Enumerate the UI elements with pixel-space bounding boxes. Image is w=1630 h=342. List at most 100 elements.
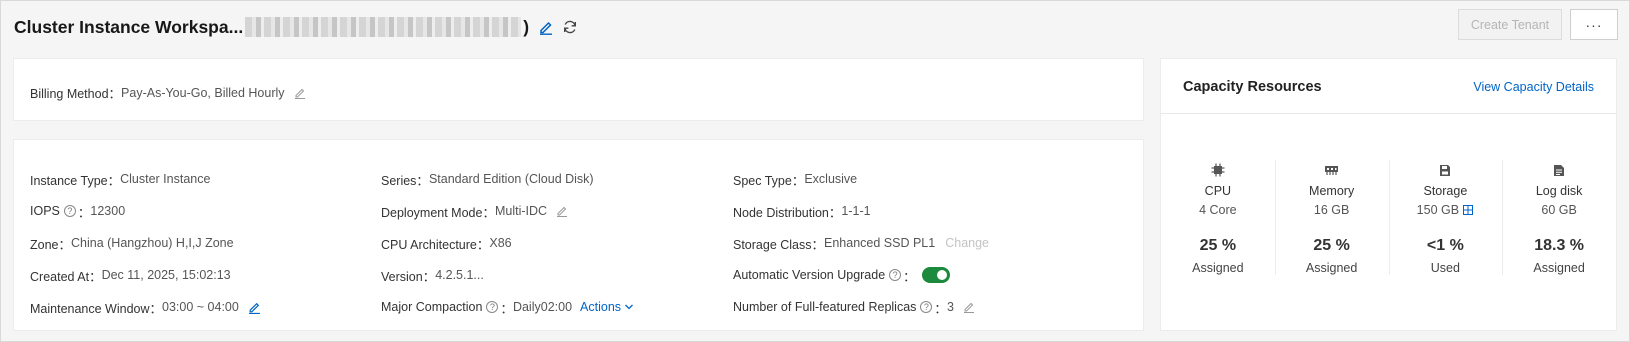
info-column-1: Instance Type： Cluster Instance IOPS ? ：… <box>30 163 261 323</box>
log-disk-percent: 18.3 % <box>1534 237 1585 254</box>
storage-class-label: Storage Class： <box>733 237 825 252</box>
deployment-mode-label: Deployment Mode： <box>381 205 495 220</box>
major-compaction-separator: ： <box>500 301 513 316</box>
major-compaction-row: Major Compaction ? ： Daily02:00 Actions <box>381 291 634 323</box>
major-compaction-label: Major Compaction <box>381 300 483 314</box>
cpu-architecture-row: CPU Architecture： X86 <box>381 227 634 259</box>
spec-type-value: Exclusive <box>804 172 858 186</box>
storage-name: Storage <box>1423 184 1468 198</box>
cpu-value: 4 Core <box>1161 203 1275 217</box>
edit-title-icon[interactable] <box>538 19 554 35</box>
cpu-name: CPU <box>1204 184 1232 198</box>
deployment-mode-value: Multi-IDC <box>494 204 548 218</box>
series-row: Series： Standard Edition (Cloud Disk) <box>381 163 634 195</box>
log-disk-state: Assigned <box>1533 261 1585 275</box>
log-disk-metric: Log disk 60 GB 18.3 % Assigned <box>1502 160 1616 278</box>
auto-version-upgrade-label: Automatic Version Upgrade <box>733 268 886 282</box>
auto-version-upgrade-toggle[interactable] <box>921 267 950 283</box>
spec-type-row: Spec Type： Exclusive <box>733 163 989 195</box>
version-value: 4.2.5.1... <box>435 268 484 282</box>
auto-version-upgrade-separator: ： <box>903 269 916 284</box>
auto-version-upgrade-row: Automatic Version Upgrade ? ： <box>733 259 989 291</box>
cpu-value-text: 4 Core <box>1199 203 1237 217</box>
deployment-mode-row: Deployment Mode： Multi-IDC <box>381 195 634 227</box>
memory-value-text: 16 GB <box>1313 203 1350 217</box>
full-featured-replicas-row: Number of Full-featured Replicas ? ： 3 <box>733 291 989 323</box>
created-at-value: Dec 11, 2025, 15:02:13 <box>101 268 231 282</box>
memory-state: Assigned <box>1305 261 1358 275</box>
created-at-row: Created At： Dec 11, 2025, 15:02:13 <box>30 259 261 291</box>
more-actions-button[interactable]: ··· <box>1570 9 1618 40</box>
instance-type-label: Instance Type： <box>30 173 121 188</box>
view-capacity-details-link[interactable]: View Capacity Details <box>1473 80 1594 94</box>
storage-metric: Storage 150 GB <1 % Used <box>1388 160 1503 278</box>
storage-percent: <1 % <box>1426 237 1464 254</box>
zone-label: Zone： <box>30 237 71 252</box>
help-icon[interactable]: ? <box>63 205 76 217</box>
capacity-title: Capacity Resources <box>1183 79 1322 95</box>
iops-separator: ： <box>77 205 91 220</box>
actions-dropdown[interactable]: Actions <box>580 300 634 314</box>
log-disk-name: Log disk <box>1535 184 1583 198</box>
change-storage-class-link[interactable]: Change <box>945 236 989 250</box>
full-featured-replicas-value: 3 <box>946 300 954 314</box>
node-distribution-value: 1-1-1 <box>841 204 871 218</box>
refresh-icon[interactable] <box>562 19 578 35</box>
storage-value: 150 GB <box>1389 203 1503 217</box>
spec-type-label: Spec Type： <box>733 173 805 188</box>
title-close-paren: ) <box>523 16 530 37</box>
storage-scale-icon[interactable] <box>1462 204 1474 216</box>
full-featured-replicas-separator: ： <box>934 301 947 316</box>
instance-info-card: Instance Type： Cluster Instance IOPS ? ：… <box>13 139 1144 331</box>
memory-icon <box>1275 162 1389 178</box>
info-column-3: Spec Type： Exclusive Node Distribution： … <box>733 163 989 323</box>
edit-replicas-icon[interactable] <box>963 301 975 313</box>
edit-maintenance-window-icon[interactable] <box>248 301 261 314</box>
instance-type-value: Cluster Instance <box>120 172 211 186</box>
edit-deployment-mode-icon[interactable] <box>556 205 568 217</box>
memory-metric: Memory 16 GB 25 % Assigned <box>1274 160 1389 278</box>
iops-value: 12300 <box>90 204 126 218</box>
storage-icon <box>1389 162 1503 178</box>
billing-method-row: Billing Method： Pay-As-You-Go, Billed Ho… <box>30 83 306 102</box>
help-icon[interactable]: ? <box>486 301 499 313</box>
maintenance-window-row: Maintenance Window： 03:00 ~ 04:00 <box>30 291 261 323</box>
page-title: Cluster Instance Workspa... <box>14 16 244 37</box>
iops-row: IOPS ? ： 12300 <box>30 195 261 227</box>
memory-value: 16 GB <box>1275 203 1389 217</box>
chevron-down-icon <box>625 304 633 310</box>
maintenance-window-label: Maintenance Window： <box>30 301 163 316</box>
help-icon[interactable]: ? <box>920 301 933 313</box>
log-disk-value: 60 GB <box>1502 203 1616 217</box>
version-label: Version： <box>381 269 436 284</box>
log-disk-value-text: 60 GB <box>1541 203 1577 217</box>
maintenance-window-value: 03:00 ~ 04:00 <box>162 300 239 314</box>
instance-type-row: Instance Type： Cluster Instance <box>30 163 261 195</box>
cpu-state: Assigned <box>1192 261 1244 275</box>
help-icon[interactable]: ? <box>889 269 902 281</box>
created-at-label: Created At： <box>30 269 102 284</box>
actions-label: Actions <box>580 300 622 314</box>
storage-class-value: Enhanced SSD PL1 <box>824 236 936 250</box>
billing-card: Billing Method： Pay-As-You-Go, Billed Ho… <box>13 58 1144 121</box>
node-distribution-row: Node Distribution： 1-1-1 <box>733 195 989 227</box>
zone-value: China (Hangzhou) H,I,J Zone <box>71 236 234 250</box>
memory-percent: 25 % <box>1313 237 1350 254</box>
cpu-icon <box>1161 162 1275 178</box>
create-tenant-button[interactable]: Create Tenant <box>1458 9 1562 40</box>
storage-value-text: 150 GB <box>1416 203 1460 217</box>
header-actions: Create Tenant ··· <box>1458 9 1618 40</box>
cpu-architecture-label: CPU Architecture： <box>381 237 490 252</box>
major-compaction-value: Daily02:00 <box>512 300 573 314</box>
cpu-architecture-value: X86 <box>489 236 512 250</box>
billing-method-label: Billing Method： <box>30 87 122 101</box>
storage-state: Used <box>1430 261 1460 275</box>
page-header: Cluster Instance Workspa... ) <box>14 12 578 42</box>
billing-method-value: Pay-As-You-Go, Billed Hourly <box>121 85 285 100</box>
cpu-percent: 25 % <box>1199 237 1237 254</box>
info-column-2: Series： Standard Edition (Cloud Disk) De… <box>381 163 634 323</box>
capacity-header: Capacity Resources View Capacity Details <box>1161 59 1616 114</box>
edit-billing-icon[interactable] <box>294 87 306 99</box>
log-disk-icon <box>1502 162 1616 178</box>
iops-label: IOPS <box>30 204 60 218</box>
